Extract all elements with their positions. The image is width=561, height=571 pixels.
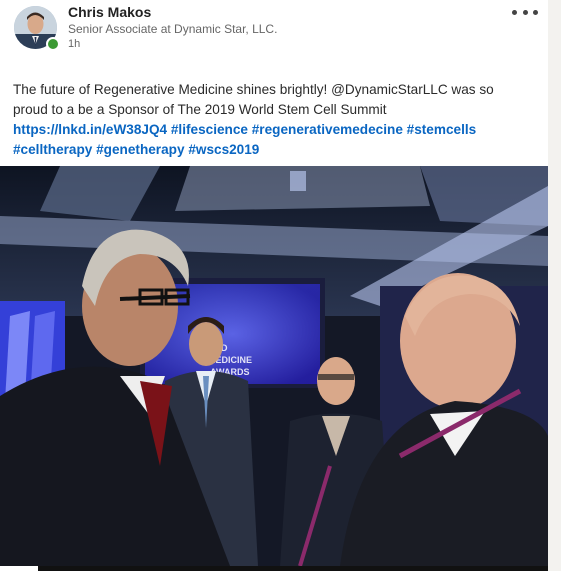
post-text-line: proud to a be a Sponsor of The 2019 Worl…	[13, 102, 387, 117]
hashtag-link[interactable]: #celltherapy	[13, 142, 92, 157]
post-card: Chris Makos Senior Associate at Dynamic …	[0, 0, 561, 571]
author-name[interactable]: Chris Makos	[68, 4, 151, 20]
bottom-shadow	[38, 566, 561, 571]
dot-icon	[533, 9, 538, 15]
dot-icon	[522, 9, 528, 15]
more-options-button[interactable]	[512, 5, 538, 19]
post-hashtags-line: #celltherapy #genetherapy #wscs2019	[13, 140, 533, 160]
post-header: Chris Makos Senior Associate at Dynamic …	[0, 0, 548, 60]
page-background-strip	[548, 0, 561, 571]
post-links-line: https://lnkd.in/eW38JQ4 #lifescience #re…	[13, 120, 533, 140]
online-status-dot	[46, 37, 60, 51]
post-body: The future of Regenerative Medicine shin…	[13, 80, 533, 160]
author-headline: Senior Associate at Dynamic Star, LLC.	[68, 22, 278, 36]
post-image[interactable]: AND MEDICINE AWARDS	[0, 166, 548, 566]
post-text-line: The future of Regenerative Medicine shin…	[13, 82, 494, 97]
post-link[interactable]: https://lnkd.in/eW38JQ4	[13, 122, 167, 137]
hashtag-link[interactable]: #lifescience	[171, 122, 248, 137]
bottom-bar	[0, 566, 561, 571]
post-timestamp: 1h	[68, 38, 81, 50]
hashtag-link[interactable]: #wscs2019	[188, 142, 259, 157]
hashtag-link[interactable]: #genetherapy	[96, 142, 184, 157]
hashtag-link[interactable]: #stemcells	[407, 122, 477, 137]
dot-icon	[512, 9, 517, 15]
hashtag-link[interactable]: #regenerativemedecine	[252, 122, 403, 137]
event-photo: AND MEDICINE AWARDS	[0, 166, 548, 566]
